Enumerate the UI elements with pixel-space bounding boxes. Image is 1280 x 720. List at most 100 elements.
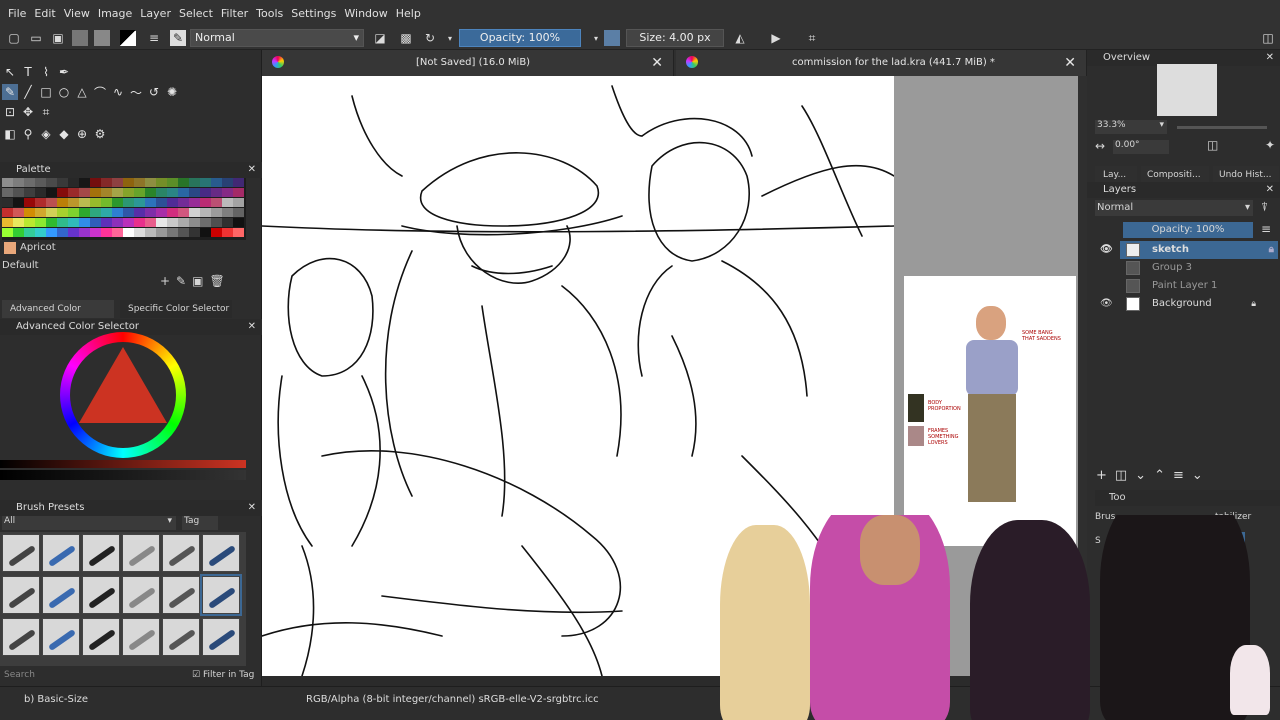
value-slider[interactable] (0, 460, 246, 468)
palette-swatch[interactable] (156, 198, 167, 207)
palette-swatch[interactable] (200, 198, 211, 207)
palette-swatch[interactable] (2, 208, 13, 217)
brush-preset[interactable] (162, 534, 200, 572)
palette-swatch[interactable] (35, 218, 46, 227)
palette-swatch[interactable] (13, 178, 24, 187)
palette-swatch[interactable] (222, 208, 233, 217)
palette-swatch[interactable] (178, 188, 189, 197)
palette-swatch[interactable] (35, 188, 46, 197)
palette-swatch[interactable] (233, 178, 244, 187)
palette-swatch[interactable] (233, 188, 244, 197)
palette-swatch[interactable] (178, 178, 189, 187)
palette-swatch[interactable] (68, 178, 79, 187)
palette-swatch[interactable] (222, 218, 233, 227)
bezier-tool-icon[interactable]: ∿ (110, 84, 126, 100)
gradient-swatch[interactable] (72, 30, 88, 46)
docker-toggle-icon[interactable]: ◫ (1260, 30, 1276, 46)
palette-swatch[interactable] (90, 228, 101, 237)
move-tool-icon[interactable]: ✥ (20, 104, 36, 120)
zoom-slider[interactable] (1177, 126, 1267, 129)
palette-swatch[interactable] (123, 198, 134, 207)
layer-opacity-slider[interactable]: Opacity: 100% (1123, 222, 1253, 238)
blend-mode-select[interactable]: Normal ▾ (190, 29, 364, 47)
document-tab-unsaved[interactable]: [Not Saved] (16.0 MiB) ✕ (262, 50, 674, 76)
palette-swatch[interactable] (101, 188, 112, 197)
brush-preset[interactable] (2, 534, 40, 572)
palette-swatch[interactable] (134, 208, 145, 217)
tab-advanced-color-selector[interactable]: Advanced Color Selector (2, 300, 114, 332)
layer-lock-icon[interactable]: 🔒︎ (1269, 241, 1274, 259)
text-tool-icon[interactable]: T (20, 64, 36, 80)
palette-swatch[interactable] (79, 198, 90, 207)
polygon-tool-icon[interactable]: △ (74, 84, 90, 100)
palette-swatch[interactable] (189, 188, 200, 197)
palette-swatch[interactable] (123, 228, 134, 237)
brush-preset-icon[interactable]: ✎ (170, 30, 186, 46)
palette-swatch[interactable] (167, 178, 178, 187)
brush-preset[interactable] (202, 618, 240, 656)
brush-preset[interactable] (202, 534, 240, 572)
palette-swatch[interactable] (46, 178, 57, 187)
palette-swatch[interactable] (112, 178, 123, 187)
menu-filter[interactable]: Filter (217, 7, 252, 20)
palette-swatch[interactable] (24, 198, 35, 207)
mirror-vertical-icon[interactable]: ▶ (768, 30, 784, 46)
palette-swatch[interactable] (189, 208, 200, 217)
palette-swatch[interactable] (90, 218, 101, 227)
layer-row-sketch[interactable]: 👁 sketch 🔒︎ (1100, 241, 1278, 259)
close-icon[interactable]: ✕ (248, 500, 256, 516)
palette-swatch[interactable] (46, 218, 57, 227)
palette-swatch[interactable] (167, 208, 178, 217)
palette-swatch[interactable] (13, 188, 24, 197)
brush-preset[interactable] (162, 618, 200, 656)
palette-swatch[interactable] (222, 198, 233, 207)
brush-preset[interactable] (2, 576, 40, 614)
palette-swatch[interactable] (57, 208, 68, 217)
palette-swatch[interactable] (68, 198, 79, 207)
color-swatch[interactable] (604, 30, 620, 46)
palette-swatch[interactable] (123, 188, 134, 197)
palette-swatch[interactable] (57, 198, 68, 207)
palette-swatch[interactable] (145, 188, 156, 197)
opacity-slider[interactable]: Opacity: 100% (459, 29, 581, 47)
palette-swatch[interactable] (13, 228, 24, 237)
palette-swatch[interactable] (167, 188, 178, 197)
palette-swatch[interactable] (101, 178, 112, 187)
dynamic-brush-icon[interactable]: ↺ (146, 84, 162, 100)
brush-preset[interactable] (2, 618, 40, 656)
palette-swatch[interactable] (178, 228, 189, 237)
close-icon[interactable]: ✕ (248, 319, 256, 335)
brush-settings-icon[interactable]: ≡ (146, 30, 162, 46)
palette-swatch[interactable] (24, 208, 35, 217)
palette-swatch[interactable] (90, 198, 101, 207)
size-slider[interactable]: Size: 4.00 px (626, 29, 724, 47)
palette-swatches[interactable] (2, 178, 246, 240)
palette-swatch[interactable] (200, 218, 211, 227)
document-tab-commission[interactable]: commission for the lad.kra (441.7 MiB) *… (676, 50, 1087, 76)
menu-view[interactable]: View (60, 7, 94, 20)
menu-settings[interactable]: Settings (287, 7, 340, 20)
close-icon[interactable]: ✕ (248, 162, 256, 178)
palette-swatch[interactable] (79, 228, 90, 237)
menu-tools[interactable]: Tools (252, 7, 287, 20)
menu-help[interactable]: Help (392, 7, 425, 20)
menu-select[interactable]: Select (175, 7, 217, 20)
brush-preset[interactable] (200, 574, 242, 616)
select-tool-icon[interactable]: ↖ (2, 64, 18, 80)
transform-tool-icon[interactable]: ⊡ (2, 104, 18, 120)
palette-swatch[interactable] (123, 218, 134, 227)
brush-preset[interactable] (82, 576, 120, 614)
palette-swatch[interactable] (35, 178, 46, 187)
close-icon[interactable]: ✕ (1064, 50, 1076, 76)
palette-swatch[interactable] (2, 218, 13, 227)
chevron-down-icon[interactable]: ▾ (442, 30, 458, 46)
tab-specific-color-selector[interactable]: Specific Color Selector (120, 300, 232, 318)
palette-swatch[interactable] (233, 208, 244, 217)
palette-swatch[interactable] (156, 218, 167, 227)
palette-swatch[interactable] (112, 218, 123, 227)
palette-swatch[interactable] (46, 208, 57, 217)
polyline-tool-icon[interactable]: ⌒ (92, 84, 108, 100)
palette-swatch[interactable] (79, 178, 90, 187)
zoom-select[interactable]: 33.3% ▾ (1095, 120, 1167, 134)
palette-swatch[interactable] (46, 198, 57, 207)
